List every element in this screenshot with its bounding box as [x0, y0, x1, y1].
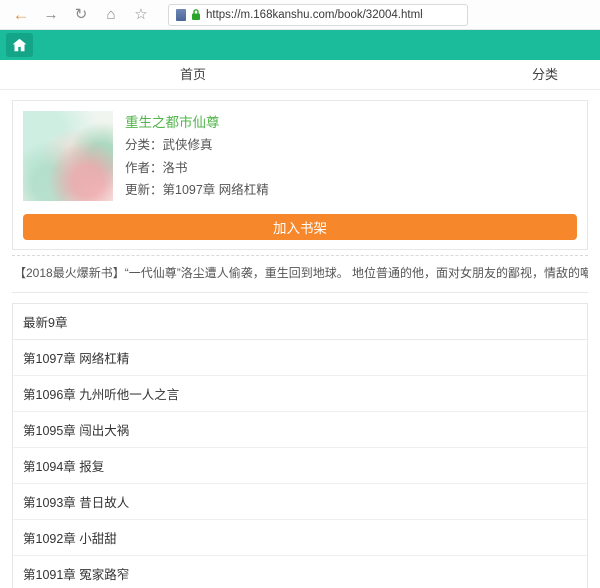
chapter-list-header: 最新9章: [13, 304, 587, 340]
book-latest-update[interactable]: 更新：第1097章 网络杠精: [125, 179, 269, 202]
book-summary: 重生之都市仙尊 分类：武侠修真 作者：洛书 更新：第1097章 网络杠精: [23, 111, 577, 202]
browser-home-icon[interactable]: ⌂: [96, 0, 126, 30]
add-to-shelf-button[interactable]: 加入书架: [23, 214, 577, 240]
refresh-icon[interactable]: ↻: [66, 0, 96, 30]
book-author: 作者：洛书: [125, 157, 269, 180]
back-icon[interactable]: ←: [6, 0, 36, 30]
bookmark-star-icon[interactable]: ☆: [126, 0, 156, 30]
forward-icon[interactable]: →: [36, 0, 66, 30]
chapter-link[interactable]: 第1092章 小甜甜: [13, 520, 587, 556]
site-header: [0, 30, 600, 60]
book-card: 重生之都市仙尊 分类：武侠修真 作者：洛书 更新：第1097章 网络杠精 加入书…: [12, 100, 588, 250]
address-bar[interactable]: https://m.168kanshu.com/book/32004.html: [168, 4, 468, 26]
chapter-link[interactable]: 第1096章 九州听他一人之言: [13, 376, 587, 412]
site-nav: 首页 分类: [0, 60, 600, 90]
book-info: 重生之都市仙尊 分类：武侠修真 作者：洛书 更新：第1097章 网络杠精: [125, 111, 269, 202]
site-home-button[interactable]: [6, 33, 33, 57]
https-lock-icon: [191, 8, 201, 21]
book-cover-image[interactable]: [23, 111, 113, 201]
book-title: 重生之都市仙尊: [125, 112, 269, 134]
chapter-link[interactable]: 第1093章 昔日故人: [13, 484, 587, 520]
house-icon: [12, 38, 27, 52]
chapter-list-panel: 最新9章 第1097章 网络杠精 第1096章 九州听他一人之言 第1095章 …: [12, 303, 588, 588]
chapter-link[interactable]: 第1091章 冤家路窄: [13, 556, 587, 588]
site-favicon-icon: [176, 9, 186, 21]
browser-toolbar: ← → ↻ ⌂ ☆ https://m.168kanshu.com/book/3…: [0, 0, 600, 30]
chapter-link[interactable]: 第1094章 报复: [13, 448, 587, 484]
chapter-link[interactable]: 第1095章 闯出大祸: [13, 412, 587, 448]
book-category: 分类：武侠修真: [125, 134, 269, 157]
nav-category-link[interactable]: 分类: [532, 60, 558, 90]
url-text[interactable]: https://m.168kanshu.com/book/32004.html: [206, 9, 423, 21]
book-description: 【2018最火爆新书】“一代仙尊”洛尘遭人偷袭，重生回到地球。 地位普通的他，面…: [12, 255, 588, 293]
nav-home-link[interactable]: 首页: [180, 60, 206, 90]
chapter-link[interactable]: 第1097章 网络杠精: [13, 340, 587, 376]
